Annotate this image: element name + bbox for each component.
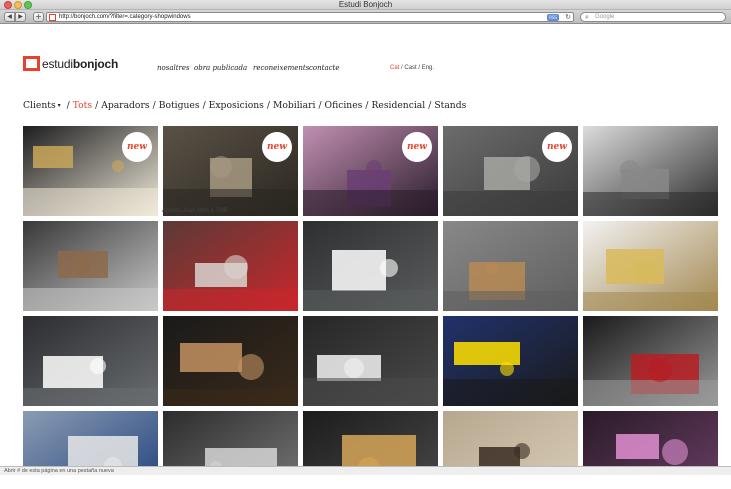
filter-oficines[interactable]: Oficines [325, 100, 363, 111]
project-thumbnail [583, 316, 718, 406]
project-tile-converse-shelf-display[interactable] [583, 126, 718, 216]
address-bar[interactable]: http://bonjoch.com/?filter=.category-sho… [46, 12, 574, 22]
tile-caption: Apunts Joan Miró a TMB [162, 208, 228, 214]
logo-mark[interactable] [23, 56, 40, 71]
nav-obra-publicada[interactable]: obra publicada [194, 64, 247, 72]
forward-button[interactable]: ▶ [15, 12, 26, 22]
search-field[interactable]: ⌕ Google [580, 12, 726, 22]
filter-separator: / [152, 100, 156, 111]
project-tile-white-sofa[interactable] [303, 316, 438, 406]
project-tile-converse-sneaker-vitrine[interactable] [23, 221, 158, 311]
filter-botigues[interactable]: Botigues [159, 100, 200, 111]
project-thumbnail [443, 221, 578, 311]
filter-separator: / [428, 100, 432, 111]
project-tile-empty-office-tables[interactable] [23, 316, 158, 406]
lang-cast[interactable]: Cast [404, 65, 416, 71]
lang-period: . [432, 65, 435, 71]
category-filter-bar: Clients ▾ / Tots / Aparadors / Botigues / Exposi… [23, 100, 466, 114]
project-tile-wooden-shelves-concrete[interactable] [443, 221, 578, 311]
search-placeholder[interactable]: Google [595, 13, 614, 21]
logo-bold: bonjoch [72, 57, 119, 71]
project-thumbnail [583, 221, 718, 311]
project-tile-bar-counter-lights[interactable] [303, 411, 438, 466]
project-thumbnail [303, 221, 438, 311]
forward-arrow-icon: ▶ [18, 13, 23, 20]
window-titlebar: Estudi Bonjoch [0, 0, 731, 10]
project-tile-converse-window-star[interactable] [163, 221, 298, 311]
project-tile-blue-yellow-silhouettes[interactable] [443, 316, 578, 406]
browser-toolbar: ◀ ▶ + http://bonjoch.com/?filter=.catego… [0, 10, 731, 24]
project-thumbnail [303, 316, 438, 406]
project-thumbnail [23, 411, 158, 466]
plus-icon: + [35, 12, 42, 21]
filter-residencial[interactable]: Residencial [371, 100, 425, 111]
project-tile-pink-mannequin-window[interactable] [583, 411, 718, 466]
site-favicon-icon [49, 14, 56, 21]
back-button[interactable]: ◀ [4, 12, 15, 22]
filter-separator: / [318, 100, 322, 111]
project-tile-white-desk-laptop[interactable] [303, 221, 438, 311]
status-text: Abrir # de esta página en una pestaña nu… [4, 468, 114, 474]
project-thumbnail [163, 221, 298, 311]
address-text[interactable]: http://bonjoch.com/?filter=.category-sho… [59, 13, 191, 21]
nav-nosaltres[interactable]: nosaltres [157, 64, 190, 72]
chevron-down-icon: ▾ [57, 102, 61, 109]
new-badge: new [402, 132, 432, 162]
search-icon: ⌕ [585, 13, 589, 21]
project-tile-yellow-wood-cabinet[interactable] [583, 221, 718, 311]
reload-icon[interactable]: ↻ [565, 13, 571, 21]
new-badge: new [122, 132, 152, 162]
add-bookmark-button[interactable]: + [33, 12, 44, 22]
filter-separator: / [202, 100, 206, 111]
lang-cat[interactable]: Cat [390, 65, 399, 71]
new-badge: new [542, 132, 572, 162]
project-thumbnail [583, 411, 718, 466]
filter-tots[interactable]: Tots [73, 100, 92, 111]
filter-stands[interactable]: Stands [434, 100, 466, 111]
filter-mobiliari[interactable]: Mobiliari [273, 100, 315, 111]
filter-exposicions[interactable]: Exposicions [209, 100, 264, 111]
project-tile-universitat-abat-oliba[interactable] [23, 411, 158, 466]
project-tile-wooden-bench[interactable] [163, 316, 298, 406]
project-tile-apunts-joan-miro-tmb[interactable]: new [163, 126, 298, 216]
language-switcher: Cat / Cast / Eng. [390, 65, 434, 71]
window-title: Estudi Bonjoch [338, 0, 393, 9]
project-tile-pink-exhibition-space[interactable]: new [303, 126, 438, 216]
project-thumbnail [303, 411, 438, 466]
project-thumbnail [443, 411, 578, 466]
filter-separator: / [365, 100, 369, 111]
filter-separator: / [66, 100, 70, 111]
nav-contacte[interactable]: contacte [309, 64, 340, 72]
project-tile-gallery-visitors[interactable] [443, 411, 578, 466]
project-tile-shop-window-white-mannequins[interactable]: new [23, 126, 158, 216]
filter-aparadors[interactable]: Aparadors [101, 100, 149, 111]
filter-clients[interactable]: Clients ▾ [23, 100, 61, 111]
lang-eng[interactable]: Eng [422, 65, 433, 71]
new-badge: new [262, 132, 292, 162]
project-thumbnail [443, 316, 578, 406]
clients-label: Clients [23, 100, 56, 111]
project-tile-red-carpet-exhibition[interactable] [583, 316, 718, 406]
project-thumbnail [163, 411, 298, 466]
status-bar: Abrir # de esta página en una pestaña nu… [0, 466, 731, 489]
project-tile-sand-installation[interactable]: new [443, 126, 578, 216]
filter-separator: / [266, 100, 270, 111]
site-logo[interactable]: estudibonjoch [42, 57, 118, 71]
logo-regular: estudi [42, 57, 73, 71]
project-thumbnail [23, 221, 158, 311]
filter-separator: / [95, 100, 99, 111]
project-thumbnail [163, 316, 298, 406]
rss-icon[interactable]: RSS [547, 14, 559, 21]
project-thumbnail [23, 316, 158, 406]
project-thumbnail [583, 126, 718, 216]
status-strip: Abrir # de esta página en una pestaña nu… [0, 466, 731, 475]
nav-reconeixements[interactable]: reconeixements [253, 64, 309, 72]
back-arrow-icon: ◀ [7, 13, 12, 20]
project-tile-striped-wall[interactable] [163, 411, 298, 466]
